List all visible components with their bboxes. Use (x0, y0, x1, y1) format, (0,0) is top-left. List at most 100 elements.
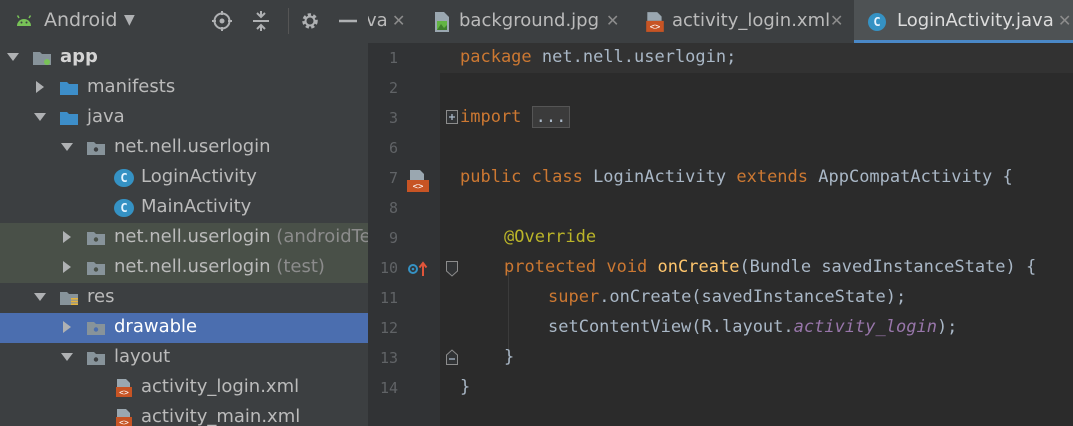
class-icon: C (114, 199, 134, 217)
code-token: net.nell.userlogin; (531, 47, 737, 67)
package-icon (87, 352, 105, 365)
line-number: 9 (388, 229, 398, 247)
tree-item-label: net.nell.userlogin (114, 226, 271, 247)
tree-item-activity-main-xml[interactable]: <> activity_main.xml (0, 403, 368, 426)
fold-start-icon[interactable] (446, 261, 458, 277)
tree-item-java[interactable]: java (0, 103, 368, 133)
code-token: super (548, 287, 600, 307)
close-icon[interactable]: ✕ (606, 11, 619, 30)
tree-item-mainactivity[interactable]: C MainActivity (0, 193, 368, 223)
tree-item-activity-login-xml[interactable]: <> activity_login.xml (0, 373, 368, 403)
package-icon (87, 142, 105, 155)
code-token: ); (936, 317, 958, 337)
package-icon (87, 322, 105, 335)
line-number: 13 (379, 349, 398, 367)
tree-item-loginactivity[interactable]: C LoginActivity (0, 163, 368, 193)
code-token: } (504, 347, 515, 367)
expand-arrow-icon[interactable] (33, 80, 47, 94)
expand-arrow-icon[interactable] (60, 260, 74, 274)
code-line-7: public class LoginActivity extends AppCo… (460, 167, 1013, 187)
code-line-13: } (504, 347, 514, 367)
collapse-all-icon[interactable] (250, 10, 272, 32)
tree-item-layout[interactable]: layout (0, 343, 368, 373)
code-line-14: } (460, 377, 470, 397)
tab-activity-login-xml[interactable]: <> activity_login.xml ✕ (634, 0, 854, 43)
override-method-icon[interactable] (408, 261, 428, 277)
tree-item-label-group: net.nell.userlogin (test) (114, 256, 325, 277)
project-view-selector[interactable]: Android (44, 9, 117, 31)
locate-target-icon[interactable] (211, 10, 233, 32)
tree-item-label-group: net.nell.userlogin (androidTes (114, 226, 368, 247)
line-number: 6 (388, 139, 398, 157)
tree-item-package-test[interactable]: net.nell.userlogin (test) (0, 253, 368, 283)
code-line-9: @Override (504, 227, 596, 247)
expand-arrow-icon[interactable] (33, 290, 47, 304)
expand-arrow-icon[interactable] (6, 50, 20, 64)
line-number: 8 (388, 199, 398, 217)
tree-item-res[interactable]: res (0, 283, 368, 313)
expand-arrow-icon[interactable] (60, 230, 74, 244)
tree-item-label: net.nell.userlogin (114, 256, 271, 277)
tree-item-label: res (87, 286, 115, 307)
tree-item-label: LoginActivity (141, 166, 257, 187)
expand-arrow-icon[interactable] (33, 110, 47, 124)
layout-file-gutter-icon[interactable]: <> (406, 170, 430, 192)
package-icon (87, 262, 105, 275)
tab-loginactivity-java[interactable]: C LoginActivity.java ✕ (854, 0, 1073, 43)
code-line-12: setContentView(R.layout.activity_login); (548, 317, 957, 337)
tree-item-label: manifests (87, 76, 176, 97)
tree-item-drawable[interactable]: drawable (0, 313, 368, 343)
tree-item-qualifier: (test) (270, 256, 325, 277)
close-icon[interactable]: ✕ (392, 11, 405, 30)
code-token: package (460, 47, 532, 67)
code-token: @Override (504, 227, 597, 247)
class-icon: C (114, 169, 134, 187)
close-icon[interactable]: ✕ (1058, 11, 1071, 30)
expand-arrow-icon[interactable] (60, 350, 74, 364)
code-token: (Bundle savedInstanceState) { (739, 257, 1037, 277)
folder-icon (60, 112, 78, 125)
code-token: setContentView(R.layout. (548, 317, 794, 337)
code-token: onCreate (657, 257, 740, 277)
line-number: 3 (388, 109, 398, 127)
tree-item-app[interactable]: app (0, 43, 368, 73)
tree-item-manifests[interactable]: manifests (0, 73, 368, 103)
project-panel: Android ▼ app manifests java net.nell.us… (0, 0, 368, 426)
tree-item-package-androidtest[interactable]: net.nell.userlogin (androidTes (0, 223, 368, 253)
folder-icon (60, 82, 78, 95)
fold-end-icon[interactable] (446, 349, 458, 365)
tree-item-label: activity_main.xml (141, 406, 301, 426)
close-icon[interactable]: ✕ (830, 11, 843, 30)
expand-arrow-icon[interactable] (60, 320, 74, 334)
code-token: activity_login (793, 317, 937, 337)
svg-text:<>: <> (413, 182, 424, 192)
line-number: 10 (379, 259, 398, 277)
gear-icon[interactable] (299, 10, 321, 32)
tree-item-label: activity_login.xml (141, 376, 300, 397)
folded-imports[interactable]: ... (531, 106, 571, 128)
code-token: } (460, 377, 471, 397)
tree-item-label: app (60, 46, 98, 67)
line-number: 2 (388, 79, 398, 97)
toolbar-divider (288, 8, 289, 34)
module-folder-icon (33, 52, 51, 65)
tab-partial[interactable]: va ✕ (368, 0, 420, 43)
tab-background-jpg[interactable]: background.jpg ✕ (420, 0, 634, 43)
tree-item-label: layout (114, 346, 171, 367)
expand-arrow-icon[interactable] (60, 140, 74, 154)
code-token: protected void (504, 257, 648, 277)
image-file-icon (435, 12, 449, 32)
code-token: LoginActivity (582, 167, 737, 187)
code-token: extends (736, 167, 809, 187)
xml-file-icon: <> (646, 12, 664, 33)
minimize-icon[interactable] (337, 10, 359, 32)
line-number: 7 (388, 169, 398, 187)
tree-item-label: MainActivity (141, 196, 252, 217)
tree-item-package[interactable]: net.nell.userlogin (0, 133, 368, 163)
fold-plus-icon[interactable] (446, 110, 458, 124)
code-line-3: import ... (460, 106, 571, 128)
android-icon (16, 15, 32, 26)
chevron-down-icon[interactable]: ▼ (124, 12, 135, 28)
tree-item-label: net.nell.userlogin (114, 136, 271, 157)
tree-item-label: drawable (114, 316, 198, 337)
